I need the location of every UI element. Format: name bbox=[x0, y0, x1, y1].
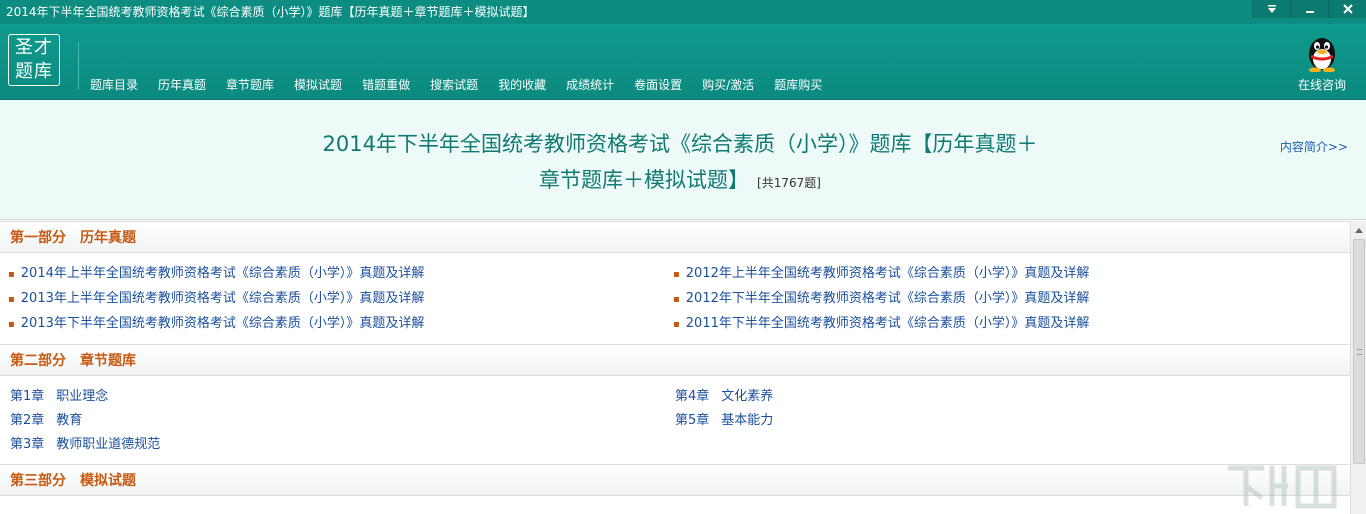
window-titlebar: 2014年下半年全国统考教师资格考试《综合素质（小学）》题库【历年真题＋章节题库… bbox=[0, 0, 1366, 24]
bullet-icon: ▪ bbox=[8, 294, 15, 305]
window-controls bbox=[1252, 0, 1366, 18]
exam-link[interactable]: ▪ 2011年下半年全国统考教师资格考试《综合素质（小学）》真题及详解 bbox=[673, 313, 1338, 336]
section-name-label: 章节题库 bbox=[80, 353, 136, 369]
section-header-mock-tests: 第三部分 模拟试题 bbox=[0, 464, 1350, 496]
minimize-button[interactable] bbox=[1290, 0, 1328, 18]
section-part-label: 第三部分 bbox=[10, 473, 66, 489]
qq-penguin-icon bbox=[1309, 38, 1335, 72]
main-navbar: 圣才 题库 题库目录 历年真题 章节题库 模拟试题 错题重做 搜索试题 我的收藏… bbox=[0, 24, 1366, 100]
nav-item-favorites[interactable]: 我的收藏 bbox=[488, 70, 556, 99]
nav-item-chapter-bank[interactable]: 章节题库 bbox=[216, 70, 284, 99]
close-button[interactable] bbox=[1328, 0, 1366, 18]
book-header: 2014年下半年全国统考教师资格考试《综合素质（小学）》题库【历年真题＋ 章节题… bbox=[0, 100, 1366, 220]
window-title: 2014年下半年全国统考教师资格考试《综合素质（小学）》题库【历年真题＋章节题库… bbox=[6, 5, 535, 19]
exam-link[interactable]: ▪ 2014年上半年全国统考教师资格考试《综合素质（小学）》真题及详解 bbox=[8, 263, 673, 286]
chapter-link[interactable]: 第4章 文化素养 bbox=[673, 386, 1338, 408]
exam-link[interactable]: ▪ 2012年下半年全国统考教师资格考试《综合素质（小学）》真题及详解 bbox=[673, 288, 1338, 311]
past-exams-list: ▪ 2014年上半年全国统考教师资格考试《综合素质（小学）》真题及详解 ▪ 2012… bbox=[0, 253, 1350, 344]
nav-item-past-exams[interactable]: 历年真题 bbox=[148, 70, 216, 99]
scroll-up-button[interactable] bbox=[1351, 221, 1366, 238]
book-title-line1: 2014年下半年全国统考教师资格考试《综合素质（小学）》题库【历年真题＋ bbox=[322, 132, 1038, 156]
vertical-scrollbar[interactable] bbox=[1350, 221, 1366, 514]
section-part-label: 第二部分 bbox=[10, 353, 66, 369]
watermark-logo-icon bbox=[1228, 465, 1337, 509]
chapter-link[interactable]: 第2章 教育 bbox=[8, 410, 673, 432]
content-intro-link[interactable]: 内容简介>> bbox=[1280, 138, 1348, 155]
nav-item-redo-wrong[interactable]: 错题重做 bbox=[352, 70, 420, 99]
logo-line2: 题库 bbox=[15, 61, 53, 82]
nav-item-page-settings[interactable]: 卷面设置 bbox=[624, 70, 692, 99]
nav-item-search[interactable]: 搜索试题 bbox=[420, 70, 488, 99]
chevron-down-icon bbox=[1267, 5, 1276, 13]
question-count: [共1767题] bbox=[757, 176, 821, 190]
chapter-link[interactable]: 第5章 基本能力 bbox=[673, 410, 1338, 432]
logo-separator bbox=[78, 42, 79, 90]
nav-item-score-stats[interactable]: 成绩统计 bbox=[556, 70, 624, 99]
chapter-list: 第1章 职业理念 第4章 文化素养 第2章 教育 第5章 基本能力 第3章 教师职业道德规… bbox=[0, 376, 1350, 464]
bullet-icon: ▪ bbox=[673, 319, 680, 330]
book-title: 2014年下半年全国统考教师资格考试《综合素质（小学）》题库【历年真题＋ 章节题… bbox=[300, 126, 1060, 201]
grip-icon bbox=[1357, 348, 1362, 355]
minimize-icon bbox=[1305, 11, 1314, 13]
bullet-icon: ▪ bbox=[673, 269, 680, 280]
arrow-up-icon bbox=[1355, 227, 1363, 233]
close-icon bbox=[1342, 4, 1353, 14]
nav-item-mock-tests[interactable]: 模拟试题 bbox=[284, 70, 352, 99]
exam-link[interactable]: ▪ 2013年下半年全国统考教师资格考试《综合素质（小学）》真题及详解 bbox=[8, 313, 673, 336]
nav-item-catalog[interactable]: 题库目录 bbox=[80, 70, 148, 99]
book-title-line2: 章节题库＋模拟试题】 bbox=[539, 168, 750, 192]
section-header-past-exams: 第一部分 历年真题 bbox=[0, 221, 1350, 253]
scroll-thumb[interactable] bbox=[1353, 239, 1365, 464]
exam-link[interactable]: ▪ 2013年上半年全国统考教师资格考试《综合素质（小学）》真题及详解 bbox=[8, 288, 673, 311]
bullet-icon: ▪ bbox=[673, 294, 680, 305]
section-part-label: 第一部分 bbox=[10, 230, 66, 246]
section-name-label: 模拟试题 bbox=[80, 473, 136, 489]
bullet-icon: ▪ bbox=[8, 319, 15, 330]
bullet-icon: ▪ bbox=[8, 269, 15, 280]
online-consult-label: 在线咨询 bbox=[1297, 78, 1346, 92]
nav-item-buy-activate[interactable]: 购买/激活 bbox=[692, 70, 764, 99]
exam-link[interactable]: ▪ 2012年上半年全国统考教师资格考试《综合素质（小学）》真题及详解 bbox=[673, 263, 1338, 286]
catalog-content: 第一部分 历年真题 ▪ 2014年上半年全国统考教师资格考试《综合素质（小学）》真题… bbox=[0, 221, 1350, 514]
online-consult-button[interactable]: 在线咨询 bbox=[1296, 32, 1348, 93]
chapter-link[interactable]: 第1章 职业理念 bbox=[8, 386, 673, 408]
chapter-link[interactable]: 第3章 教师职业道德规范 bbox=[8, 434, 673, 456]
app-logo: 圣才 题库 bbox=[8, 34, 60, 86]
nav-menu: 题库目录 历年真题 章节题库 模拟试题 错题重做 搜索试题 我的收藏 成绩统计 … bbox=[80, 70, 832, 99]
menu-dropdown-button[interactable] bbox=[1252, 0, 1290, 18]
section-name-label: 历年真题 bbox=[80, 230, 136, 246]
logo-line1: 圣才 bbox=[15, 37, 53, 58]
nav-item-bank-purchase[interactable]: 题库购买 bbox=[764, 70, 832, 99]
section-header-chapter-bank: 第二部分 章节题库 bbox=[0, 344, 1350, 376]
